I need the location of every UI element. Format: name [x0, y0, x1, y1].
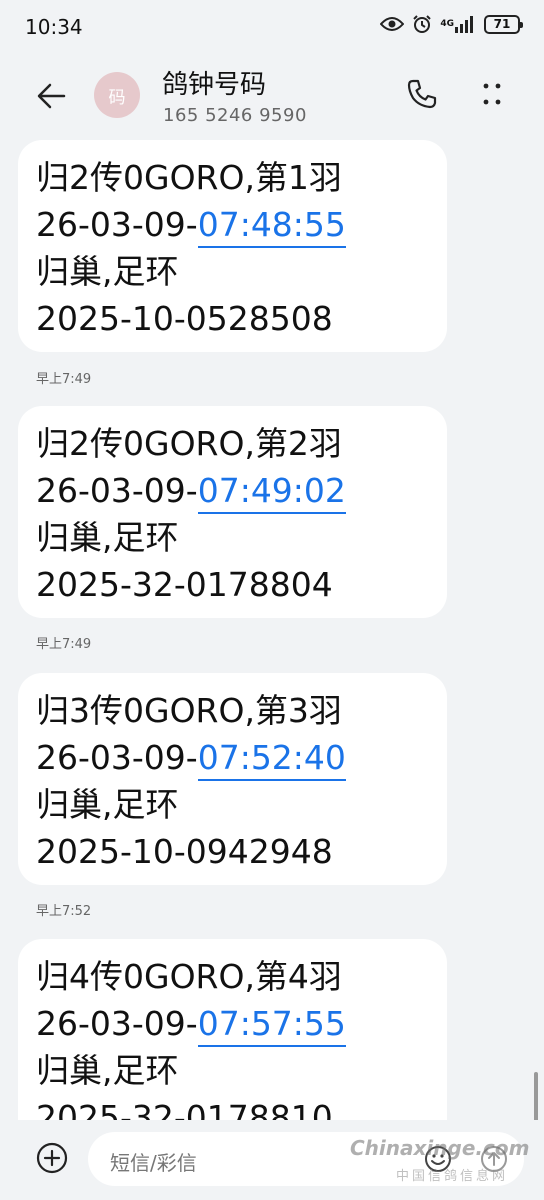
message-input-placeholder: 短信/彩信: [110, 1151, 197, 1175]
message-line: 2025-32-0178810: [36, 1098, 333, 1120]
message-line: 2025-10-0942948: [36, 832, 333, 871]
contact-name[interactable]: 鸽钟号码: [162, 64, 266, 101]
status-time: 10:34: [25, 15, 83, 39]
message-line: 归巢,足环: [36, 252, 179, 291]
conversation-header: 码 鸽钟号码 165 5246 9590: [0, 56, 544, 136]
status-icons: 4G 71: [380, 14, 523, 34]
message-date: 26-03-09-: [36, 205, 198, 244]
message-timestamp: 早上7:49: [36, 372, 92, 387]
message-list[interactable]: 归2传0GORO,第1羽 26-03-09-07:48:55 归巢,足环 202…: [0, 136, 544, 1120]
watermark-subtext: 中国信鸽信息网: [396, 1169, 509, 1184]
message-line: 26-03-09-07:57:55: [36, 1004, 346, 1047]
message-line: 26-03-09-07:48:55: [36, 205, 346, 248]
message-line: 归2传0GORO,第1羽: [36, 158, 342, 197]
message-line: 归巢,足环: [36, 518, 179, 557]
eye-icon: [380, 16, 405, 32]
watermark: Chinaxinge.com: [350, 1136, 530, 1160]
message-line: 2025-10-0528508: [36, 299, 333, 338]
message-bubble[interactable]: 归3传0GORO,第3羽 26-03-09-07:52:40 归巢,足环 202…: [18, 673, 447, 885]
time-link[interactable]: 07:52:40: [197, 738, 346, 781]
message-line: 归巢,足环: [36, 1051, 179, 1090]
message-line: 归巢,足环: [36, 785, 179, 824]
network-label: 4G: [440, 18, 454, 29]
message-line: 26-03-09-07:52:40: [36, 738, 346, 781]
message-date: 26-03-09-: [36, 471, 198, 510]
back-arrow-icon[interactable]: [34, 78, 70, 114]
message-bubble[interactable]: 归2传0GORO,第2羽 26-03-09-07:49:02 归巢,足环 202…: [18, 406, 447, 618]
message-line: 归2传0GORO,第2羽: [36, 424, 342, 463]
message-line: 2025-32-0178804: [36, 565, 333, 604]
add-icon[interactable]: [34, 1140, 70, 1176]
status-bar: 10:34 4G 71: [0, 0, 544, 56]
compose-bar: 短信/彩信: [0, 1120, 544, 1200]
signal-icon: 4G: [440, 15, 476, 33]
time-link[interactable]: 07:49:02: [197, 471, 346, 514]
message-line: 26-03-09-07:49:02: [36, 471, 346, 514]
avatar[interactable]: 码: [94, 72, 140, 118]
contact-number: 165 5246 9590: [163, 105, 307, 126]
more-vertical-icon[interactable]: [474, 76, 510, 112]
scrollbar[interactable]: [534, 1072, 538, 1120]
message-date: 26-03-09-: [36, 1004, 198, 1043]
message-timestamp: 早上7:49: [36, 637, 92, 652]
message-timestamp: 早上7:52: [36, 904, 92, 919]
message-line: 归3传0GORO,第3羽: [36, 691, 342, 730]
time-link[interactable]: 07:48:55: [197, 205, 346, 248]
message-line: 归4传0GORO,第4羽: [36, 957, 342, 996]
message-date: 26-03-09-: [36, 738, 198, 777]
message-bubble[interactable]: 归4传0GORO,第4羽 26-03-09-07:57:55 归巢,足环 202…: [18, 939, 447, 1120]
time-link[interactable]: 07:57:55: [197, 1004, 346, 1047]
phone-icon[interactable]: [404, 76, 440, 112]
battery-icon: 71: [484, 14, 523, 34]
alarm-icon: [412, 14, 432, 34]
message-bubble[interactable]: 归2传0GORO,第1羽 26-03-09-07:48:55 归巢,足环 202…: [18, 140, 447, 352]
